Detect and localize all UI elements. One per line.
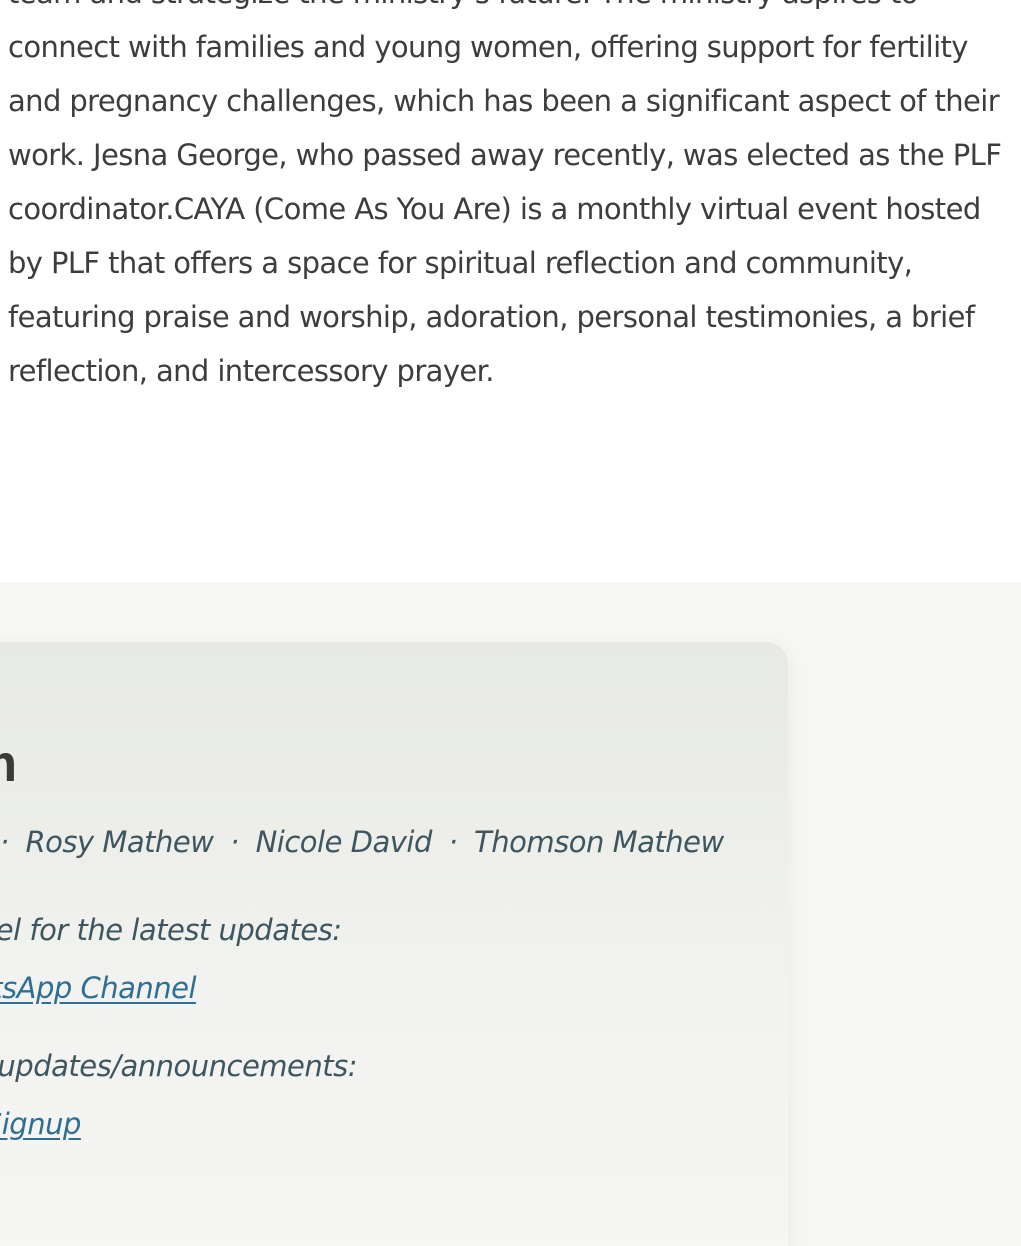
about-section: team and strategize the ministry’s futur… [0, 0, 1021, 582]
member-separator: · [448, 825, 458, 859]
page: team and strategize the ministry’s futur… [0, 0, 1021, 1246]
member-name: Thomson Mathew [474, 825, 724, 859]
whatsapp-prompt: nnel for the latest updates: [0, 913, 342, 947]
member-separator: · [230, 825, 239, 859]
team-members: · Rosy Mathew · Nicole David · Thomson M… [0, 822, 724, 862]
member-name: Rosy Mathew [25, 825, 214, 859]
whatsapp-channel-link[interactable]: natsApp Channel [0, 968, 197, 1008]
email-signup-link[interactable]: il Signup [0, 1104, 81, 1144]
member-separator: · [0, 825, 9, 859]
member-name: Nicole David [255, 825, 433, 859]
team-card: eam · Rosy Mathew · Nicole David · Thoms… [0, 642, 788, 1246]
about-paragraph: team and strategize the ministry’s futur… [8, 0, 1002, 388]
email-prompt: ar updates/announcements: [0, 1049, 358, 1083]
team-card-title: eam [0, 734, 18, 794]
